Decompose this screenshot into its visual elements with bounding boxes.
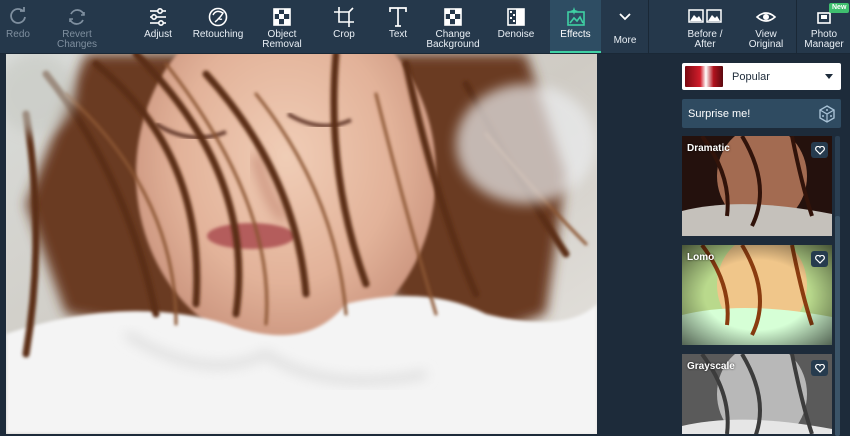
view-original-label: View Original [748,29,784,50]
effect-name: Dramatic [687,143,730,154]
face-icon [208,7,228,27]
adjust-label: Adjust [144,29,172,40]
effects-icon [566,7,585,26]
photo-manager-button[interactable]: Photo Manager New [800,0,850,53]
effects-button[interactable]: Effects [550,0,601,53]
before-after-icon [688,9,722,23]
category-thumbnail [685,66,723,87]
crop-label: Crop [333,29,355,40]
heart-icon [814,145,825,155]
category-dropdown[interactable]: Popular [682,63,841,90]
favorite-button[interactable] [811,251,828,267]
caret-down-icon [825,74,833,79]
heart-icon [814,254,825,264]
text-button[interactable]: Text [380,0,416,53]
sliders-icon [150,7,166,27]
panel-scrollbar[interactable] [835,136,840,436]
favorite-button[interactable] [811,360,828,376]
canvas-area [0,54,670,434]
revert-changes-button[interactable]: Revert Changes [48,0,106,53]
photo-manager-label: Photo Manager [804,29,844,50]
denoise-label: Denoise [497,29,535,40]
effect-lomo[interactable]: Lomo [682,245,832,345]
retouching-label: Retouching [192,29,244,40]
category-selected: Popular [732,70,770,83]
more-button[interactable]: More [604,0,646,53]
crop-button[interactable]: Crop [326,0,362,53]
favorite-button[interactable] [811,142,828,158]
before-after-button[interactable]: Before / After [680,0,730,53]
eye-icon [755,12,777,22]
retouching-button[interactable]: Retouching [190,0,246,53]
revert-icon [69,9,85,25]
effect-dramatic[interactable]: Dramatic [682,136,832,236]
portrait-photo [6,54,597,434]
chevron-down-icon [619,13,631,21]
view-original-button[interactable]: View Original [742,0,790,53]
scrollbar-thumb[interactable] [835,216,840,436]
text-label: Text [388,29,408,40]
effects-panel: Popular Surprise me! Dramatic Lomo Grays… [670,54,850,436]
crop-icon [334,7,354,27]
toolbar-separator [648,0,649,54]
redo-button[interactable]: Redo [0,0,36,53]
main-toolbar: Redo Revert Changes Adjust Retouching Obj… [0,0,850,54]
redo-icon [10,7,26,24]
object-removal-button[interactable]: Object Removal [256,0,308,53]
revert-label: Revert Changes [56,29,98,50]
effects-label: Effects [560,29,591,40]
heart-icon [814,363,825,373]
toolbar-separator [796,0,797,54]
new-badge: New [829,3,850,13]
more-label: More [613,35,637,46]
dice-icon [819,105,835,123]
denoise-icon [507,8,525,26]
photo-canvas[interactable] [6,54,597,434]
object-removal-label: Object Removal [262,29,302,50]
redo-label: Redo [6,29,30,40]
object-removal-icon [273,8,291,26]
surprise-me-button[interactable]: Surprise me! [682,99,841,128]
surprise-me-label: Surprise me! [688,107,751,120]
change-background-icon [444,8,462,26]
change-background-label: Change Background [426,29,480,50]
text-icon [389,7,407,27]
adjust-button[interactable]: Adjust [136,0,180,53]
change-background-button[interactable]: Change Background [422,0,484,53]
effect-grayscale[interactable]: Grayscale [682,354,832,434]
before-after-label: Before / After [687,29,723,50]
effect-name: Lomo [687,252,715,263]
denoise-button[interactable]: Denoise [494,0,538,53]
effect-name: Grayscale [687,361,735,372]
